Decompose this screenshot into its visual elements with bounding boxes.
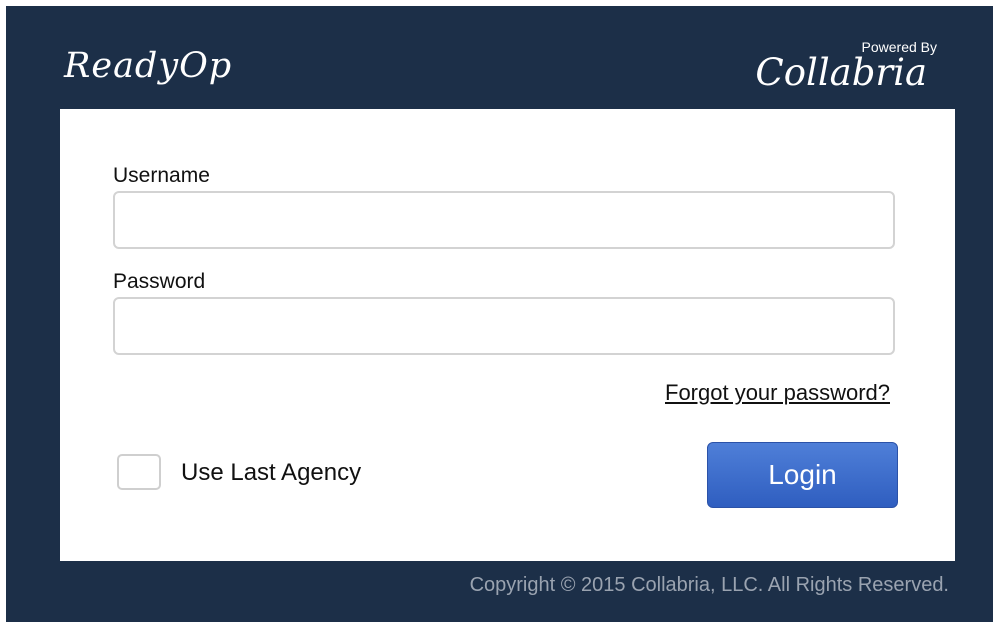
password-label: Password xyxy=(113,270,206,293)
use-last-agency-checkbox[interactable] xyxy=(117,454,161,490)
login-button[interactable]: Login xyxy=(707,442,898,508)
readyop-logo: ReadyOp xyxy=(64,46,233,86)
copyright-text: Copyright © 2015 Collabria, LLC. All Rig… xyxy=(469,574,949,596)
login-frame: ReadyOp Powered By Collabria Username Pa… xyxy=(6,6,993,622)
password-input[interactable] xyxy=(113,297,895,355)
username-label: Username xyxy=(113,164,210,187)
login-panel: Username Password Forgot your password? … xyxy=(60,109,955,561)
username-input[interactable] xyxy=(113,191,895,249)
use-last-agency-label: Use Last Agency xyxy=(181,459,362,486)
forgot-password-link[interactable]: Forgot your password? xyxy=(665,380,890,406)
collabria-logo: Collabria xyxy=(755,51,927,94)
